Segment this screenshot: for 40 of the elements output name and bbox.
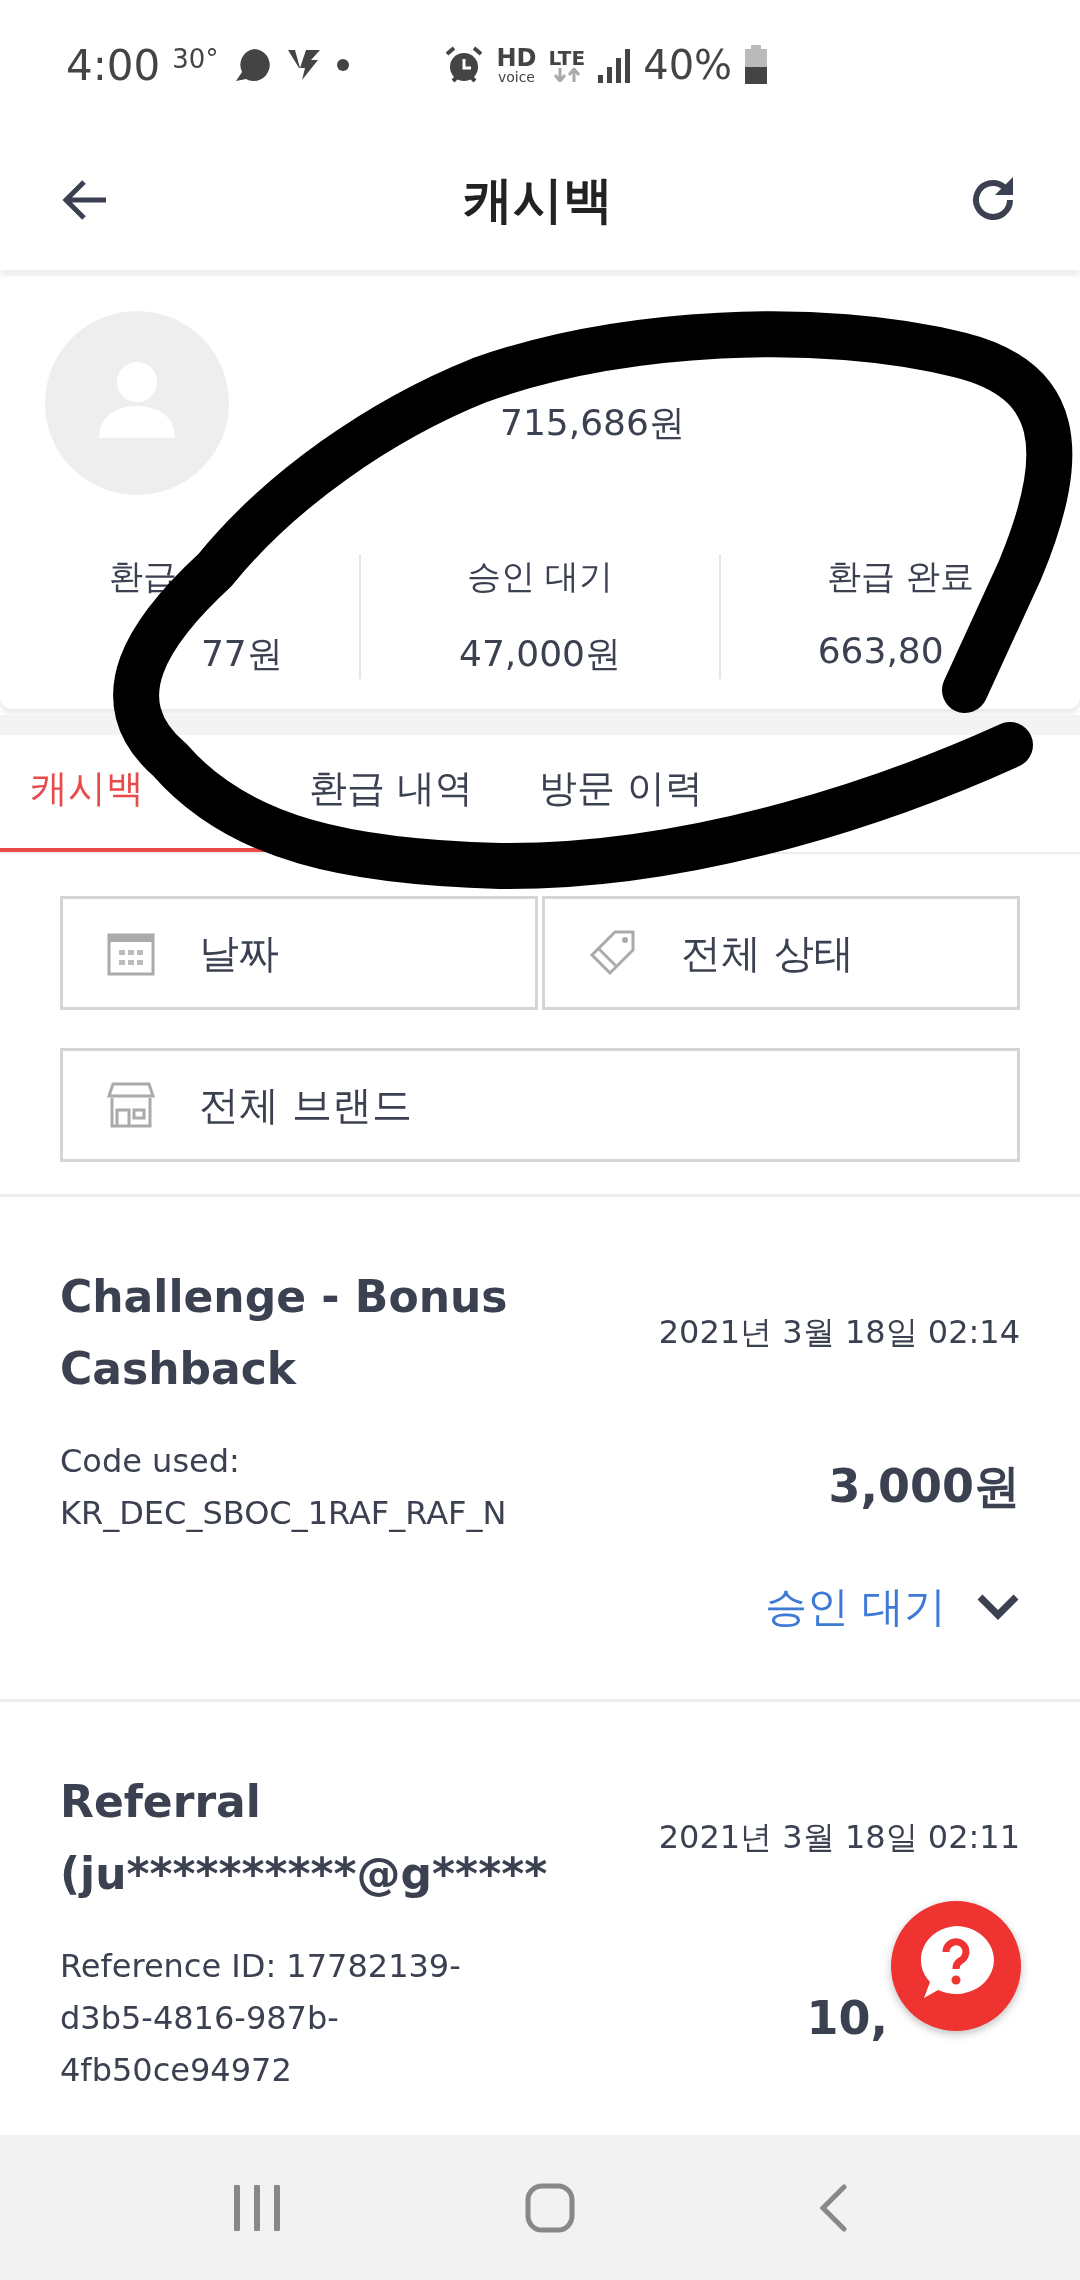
transaction-detail: Reference ID: 17782139- d3b5-4816-987b- 4fb50ce94972	[60, 1946, 461, 2091]
tab[interactable]: 캐시백	[0, 735, 276, 852]
alarm-icon	[444, 45, 485, 85]
recent-apps-icon[interactable]	[231, 2184, 282, 2231]
voice-text: voice	[497, 70, 535, 84]
transaction-detail: Code used: KR_DEC_SBOC_1RAF_RAF_N	[60, 1441, 507, 1534]
battery-icon	[744, 45, 769, 85]
stat-label: 환급 완료	[827, 555, 975, 598]
balance-amount: 715,686원	[500, 400, 685, 445]
stat-label: 승인 대기	[466, 555, 614, 598]
help-chat-button[interactable]	[890, 1900, 1022, 2032]
data-arrows-icon	[552, 68, 581, 82]
store-icon	[107, 1082, 155, 1128]
home-icon[interactable]	[525, 2182, 575, 2233]
battery-percent: 40%	[643, 42, 733, 88]
filter-button[interactable]: 전체 상태	[542, 896, 1020, 1010]
transaction-title: Referral (ju**********@g*****	[60, 1775, 548, 1901]
tab[interactable]: 방문 이력	[506, 735, 736, 852]
hd-text: HD	[496, 46, 537, 70]
transaction-amount: 10,	[806, 1991, 888, 2045]
chevron-down-icon[interactable]	[976, 1593, 1020, 1621]
temperature-text: 30°	[172, 44, 219, 74]
tag-icon	[589, 929, 637, 977]
network-type-text: LTE	[548, 48, 586, 68]
page-title: 캐시백	[463, 169, 613, 231]
transaction-amount: 3,000원	[828, 1458, 1020, 1515]
signal-icon	[597, 47, 632, 83]
filter-button[interactable]: 전체 브랜드	[60, 1048, 1020, 1162]
transaction-date: 2021년 3월 18일 02:14	[658, 1312, 1020, 1353]
dot-icon	[336, 58, 351, 72]
status-text: 승인 대기	[764, 1581, 946, 1633]
transaction-title: Challenge - Bonus Cashback	[60, 1270, 508, 1396]
clock-time: 4:00	[66, 40, 161, 90]
transaction-date: 2021년 3월 18일 02:11	[658, 1817, 1020, 1858]
filter-button[interactable]: 날짜	[60, 896, 538, 1010]
tab[interactable]: 환급 내역	[276, 735, 506, 852]
back-icon[interactable]	[818, 2183, 849, 2232]
stat-value: 77원	[200, 632, 283, 676]
stat-value: 663,80	[817, 630, 944, 671]
stat-value: 47,000원	[459, 632, 621, 676]
